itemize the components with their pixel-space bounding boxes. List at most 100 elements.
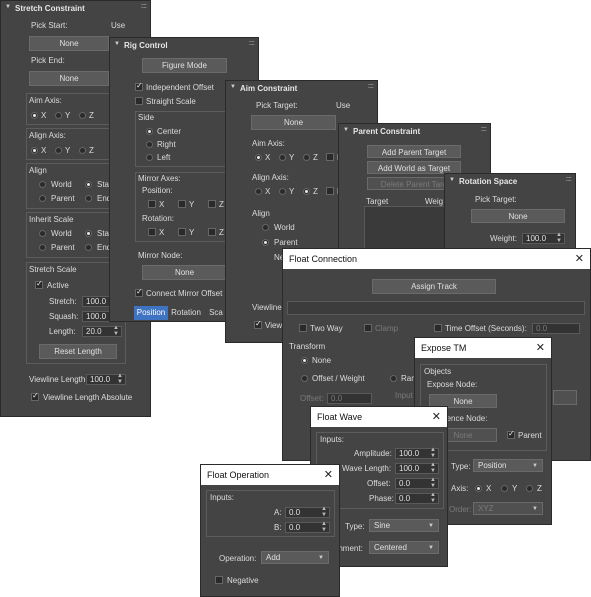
float-operation-titlebar[interactable]: Float Operation ✕ (201, 465, 339, 485)
grip-dots-icon[interactable]: :::: (141, 3, 147, 10)
phase-spinner[interactable]: 0.0 ▲ ▼ (395, 492, 439, 504)
align-end-radio[interactable] (85, 195, 92, 202)
spinner-arrows-icon[interactable]: ▲ ▼ (430, 462, 436, 474)
align-y-radio[interactable] (55, 147, 62, 154)
mirror-pos-x-checkbox[interactable] (148, 200, 156, 208)
rig-control-header[interactable]: ▼ Rig Control :::: (110, 38, 258, 53)
align-parent-radio[interactable] (39, 195, 46, 202)
align-world-radio[interactable] (39, 181, 46, 188)
inherit-parent-radio[interactable] (39, 244, 46, 251)
mirror-node-button[interactable]: None (142, 265, 227, 280)
aim-y-radio[interactable] (279, 154, 286, 161)
two-way-checkbox[interactable] (299, 324, 307, 332)
close-icon[interactable]: ✕ (575, 252, 584, 265)
weight-spinner[interactable]: 100.0 ▲ ▼ (522, 232, 565, 244)
tab-rotation[interactable]: Rotation (168, 306, 204, 320)
a-spinner[interactable]: 0.0 ▲ ▼ (285, 506, 330, 518)
mirror-pos-y-checkbox[interactable] (178, 200, 186, 208)
rotation-space-header[interactable]: ▼ Rotation Space :::: (445, 174, 575, 189)
type-dropdown[interactable]: Position ▼ (473, 459, 543, 472)
mirror-pos-z-checkbox[interactable] (208, 200, 216, 208)
close-icon[interactable]: ✕ (432, 410, 441, 423)
float-connection-titlebar[interactable]: Float Connection ✕ (283, 249, 590, 269)
tab-scale[interactable]: Sca (205, 306, 227, 320)
mirror-rot-x-checkbox[interactable] (148, 228, 156, 236)
collapse-triangle-icon[interactable]: ▼ (5, 4, 11, 10)
aim-z-radio[interactable] (79, 112, 86, 119)
grip-dots-icon[interactable]: :::: (481, 126, 487, 133)
alignment-dropdown[interactable]: Centered ▼ (369, 541, 439, 554)
collapse-triangle-icon[interactable]: ▼ (449, 177, 455, 183)
axis-y-radio[interactable] (501, 485, 508, 492)
grip-dots-icon[interactable]: :::: (249, 40, 255, 47)
spinner-arrows-icon[interactable]: ▲ ▼ (430, 447, 436, 459)
inherit-end-radio[interactable] (85, 244, 92, 251)
axis-x-radio[interactable] (475, 485, 482, 492)
viewline-absolute-checkbox[interactable] (31, 391, 39, 401)
pick-target-button[interactable]: None (471, 209, 565, 223)
tab-position[interactable]: Position (134, 306, 168, 320)
add-parent-target-button[interactable]: Add Parent Target (367, 145, 461, 158)
aim-constraint-header[interactable]: ▼ Aim Constraint :::: (226, 81, 377, 96)
connect-mirror-offset-checkbox[interactable] (135, 287, 143, 297)
align-y-radio[interactable] (279, 188, 286, 195)
range-button[interactable] (553, 390, 577, 405)
align-world-radio[interactable] (262, 224, 269, 231)
offset-spinner[interactable]: 0.0 ▲ ▼ (395, 477, 439, 489)
independent-offset-checkbox[interactable] (135, 81, 143, 91)
spinner-arrows-icon[interactable]: ▲ ▼ (117, 373, 123, 385)
spinner-arrows-icon[interactable]: ▲ ▼ (430, 477, 436, 489)
parent-constraint-header[interactable]: ▼ Parent Constraint :::: (339, 124, 490, 139)
close-icon[interactable]: ✕ (536, 341, 545, 354)
aim-x-radio[interactable] (31, 112, 38, 119)
float-wave-titlebar[interactable]: Float Wave ✕ (311, 407, 447, 427)
clamp-checkbox[interactable] (364, 324, 372, 332)
pick-start-button[interactable]: None (29, 36, 109, 51)
time-offset-spinner[interactable]: 0.0 (532, 323, 580, 334)
align-parent-radio[interactable] (262, 239, 269, 246)
offset-spinner[interactable]: 0.0 (327, 393, 372, 404)
collapse-triangle-icon[interactable]: ▼ (343, 127, 349, 133)
align-x-radio[interactable] (255, 188, 262, 195)
inherit-world-radio[interactable] (39, 230, 46, 237)
align-z-radio[interactable] (303, 188, 310, 195)
align-x-radio[interactable] (31, 147, 38, 154)
close-icon[interactable]: ✕ (324, 468, 333, 481)
length-spinner[interactable]: 20.0 ▲ ▼ (82, 325, 122, 337)
operation-dropdown[interactable]: Add ▼ (261, 551, 329, 564)
figure-mode-button[interactable]: Figure Mode (142, 58, 227, 73)
viewline-length-spinner[interactable]: 100.0 ▲ ▼ (86, 373, 126, 385)
offset-weight-radio[interactable] (301, 375, 308, 382)
amplitude-spinner[interactable]: 100.0 ▲ ▼ (395, 447, 439, 459)
b-spinner[interactable]: 0.0 ▲ ▼ (285, 521, 330, 533)
parent-checkbox[interactable] (507, 429, 515, 439)
assign-track-button[interactable]: Assign Track (372, 279, 496, 294)
align-start-radio[interactable] (85, 181, 92, 188)
collapse-triangle-icon[interactable]: ▼ (230, 84, 236, 90)
transform-none-radio[interactable] (301, 357, 308, 364)
spinner-arrows-icon[interactable]: ▲ ▼ (113, 325, 119, 337)
spinner-arrows-icon[interactable]: ▲ ▼ (556, 232, 562, 244)
range-radio[interactable] (390, 375, 397, 382)
active-checkbox[interactable] (35, 279, 43, 289)
pick-target-button[interactable]: None (251, 115, 336, 130)
grip-dots-icon[interactable]: :::: (566, 176, 572, 183)
reset-length-button[interactable]: Reset Length (39, 344, 117, 359)
expose-tm-titlebar[interactable]: Expose TM ✕ (415, 338, 551, 358)
spinner-arrows-icon[interactable]: ▲ ▼ (430, 492, 436, 504)
stretch-constraint-header[interactable]: ▼ Stretch Constraint :::: (1, 1, 150, 16)
collapse-triangle-icon[interactable]: ▼ (114, 41, 120, 47)
aim-flip-checkbox[interactable] (326, 153, 334, 161)
wave-length-spinner[interactable]: 100.0 ▲ ▼ (395, 462, 439, 474)
align-flip-checkbox[interactable] (326, 187, 334, 195)
track-path-field[interactable] (287, 301, 585, 315)
negative-checkbox[interactable] (215, 576, 223, 584)
axis-z-radio[interactable] (526, 485, 533, 492)
aim-x-radio[interactable] (255, 154, 262, 161)
side-center-radio[interactable] (146, 128, 153, 135)
wave-type-dropdown[interactable]: Sine ▼ (369, 519, 439, 532)
straight-scale-checkbox[interactable] (135, 97, 143, 105)
grip-dots-icon[interactable]: :::: (368, 83, 374, 90)
spinner-arrows-icon[interactable]: ▲ ▼ (321, 521, 327, 533)
time-offset-checkbox[interactable] (434, 324, 442, 332)
